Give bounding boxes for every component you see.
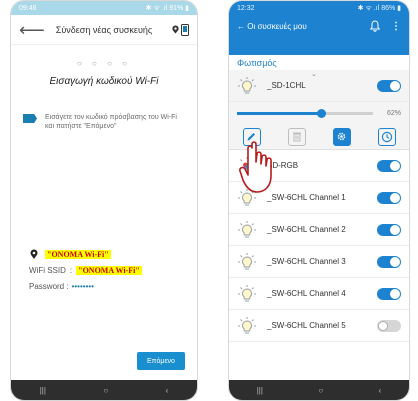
power-toggle[interactable] <box>377 159 401 172</box>
power-toggle[interactable] <box>377 79 401 92</box>
system-nav-bar: ||| ○ ‹ <box>11 380 197 400</box>
ssid-row: WiFi SSID : "ONOMA Wi-Fi" <box>29 266 197 275</box>
next-button[interactable]: Επόμενο <box>137 352 185 370</box>
app-bar: ⟵ Σύνδεση νέας συσκευής <box>11 15 197 45</box>
app-header: 12:32 ✱ ᯤ .ıl 86% ▮ ← Οι συσκευές μου ⋮ <box>229 1 409 55</box>
ssid-separator: : <box>69 266 73 275</box>
wifi-password-heading: Εισαγωγή κωδικού Wi-Fi <box>49 76 159 87</box>
device-name: _SW-6CHL Channel 2 <box>267 225 346 234</box>
network-row: "ONOMA Wi-Fi" <box>29 249 197 259</box>
section-lighting: Φωτισμός <box>229 54 409 70</box>
phone-screen-my-devices: 12:32 ✱ ᯤ .ıl 86% ▮ ← Οι συσκευές μου ⋮ … <box>228 0 410 401</box>
back-to-my-devices[interactable]: ← Οι συσκευές μου <box>237 22 369 31</box>
timer-button[interactable] <box>377 127 396 146</box>
status-bar: 09:46 ✱ ᯤ .ıl 91% ▮ <box>11 1 197 15</box>
device-name: _SD-1CHL <box>267 81 306 90</box>
power-toggle[interactable] <box>377 319 401 332</box>
device-name: _SW-6CHL Channel 1 <box>267 193 346 202</box>
device-name: SD-RGB <box>267 161 299 170</box>
power-toggle[interactable] <box>377 191 401 204</box>
app-bar: ← Οι συσκευές μου ⋮ <box>229 15 409 37</box>
device-name: _SW-6CHL Channel 3 <box>267 257 346 266</box>
wifi-phone-icon <box>167 23 189 36</box>
power-toggle[interactable] <box>377 255 401 268</box>
recents-button[interactable]: ||| <box>257 386 263 395</box>
brightness-value: 62% <box>386 109 401 117</box>
password-row: Password : •••••••• <box>29 282 197 291</box>
device-row[interactable]: _SW-6CHL Channel 5 <box>229 310 409 342</box>
instruction-block: Εισάγετε τον κωδικό πρόσβασης του Wi-Fi … <box>11 113 197 131</box>
password-field[interactable]: •••••••• <box>72 282 94 291</box>
device-row[interactable]: _SW-6CHL Channel 3 <box>229 246 409 278</box>
ssid-value[interactable]: "ONOMA Wi-Fi" <box>76 266 142 275</box>
home-button[interactable]: ○ <box>318 386 323 395</box>
bulb-icon <box>238 284 256 301</box>
brightness-slider[interactable] <box>237 108 373 118</box>
back-button[interactable]: ‹ <box>166 386 169 395</box>
clock-icon <box>381 131 392 142</box>
tap-hand-icon <box>239 141 272 193</box>
network-name: "ONOMA Wi-Fi" <box>45 249 111 259</box>
status-time: 12:32 <box>237 4 255 12</box>
gear-icon <box>337 132 346 141</box>
power-toggle[interactable] <box>377 223 401 236</box>
page-title: Σύνδεση νέας συσκευής <box>55 24 153 35</box>
settings-button[interactable] <box>332 127 351 146</box>
device-row[interactable]: _SW-6CHL Channel 4 <box>229 278 409 310</box>
wifi-credentials: "ONOMA Wi-Fi" WiFi SSID : "ONOMA Wi-Fi" … <box>11 249 197 291</box>
device-row[interactable]: ⌄ _SD-1CHL <box>229 70 409 102</box>
power-toggle[interactable] <box>377 287 401 300</box>
status-icons: ✱ ᯤ .ıl 91% ▮ <box>145 4 189 12</box>
brightness-row: 62% <box>229 102 409 124</box>
recents-button[interactable]: ||| <box>40 386 46 395</box>
ssid-label: WiFi SSID <box>29 266 66 275</box>
system-nav-bar: ||| ○ ‹ <box>229 380 409 400</box>
step-indicator: ○ ○ ○ ○ <box>77 59 131 68</box>
trash-icon <box>292 132 301 142</box>
delete-button[interactable] <box>287 127 306 146</box>
location-pin-icon <box>30 249 38 259</box>
password-label: Password : <box>29 282 69 291</box>
arrow-tag-icon <box>23 114 37 123</box>
phone-screen-wifi-setup: 09:46 ✱ ᯤ .ıl 91% ▮ ⟵ Σύνδεση νέας συσκε… <box>10 0 198 401</box>
device-row[interactable]: _SW-6CHL Channel 2 <box>229 214 409 246</box>
device-name: _SW-6CHL Channel 5 <box>267 321 346 330</box>
slider-knob[interactable] <box>317 108 327 118</box>
bulb-icon <box>238 76 256 93</box>
instruction-text: Εισάγετε τον κωδικό πρόσβασης του Wi-Fi … <box>45 114 177 130</box>
status-icons: ✱ ᯤ .ıl 86% ▮ <box>357 4 401 12</box>
bulb-icon <box>238 252 256 269</box>
bulb-icon <box>238 220 256 237</box>
back-button[interactable]: ‹ <box>379 386 382 395</box>
bulb-icon <box>238 316 256 333</box>
arrow-left-icon[interactable]: ⟵ <box>19 21 45 39</box>
status-bar: 12:32 ✱ ᯤ .ıl 86% ▮ <box>229 1 409 15</box>
status-time: 09:46 <box>19 4 37 12</box>
device-name: _SW-6CHL Channel 4 <box>267 289 346 298</box>
chevron-down-icon[interactable]: ⌄ <box>311 70 317 78</box>
bell-icon[interactable] <box>369 20 381 32</box>
home-button[interactable]: ○ <box>103 386 108 395</box>
more-vert-icon[interactable]: ⋮ <box>391 21 401 32</box>
